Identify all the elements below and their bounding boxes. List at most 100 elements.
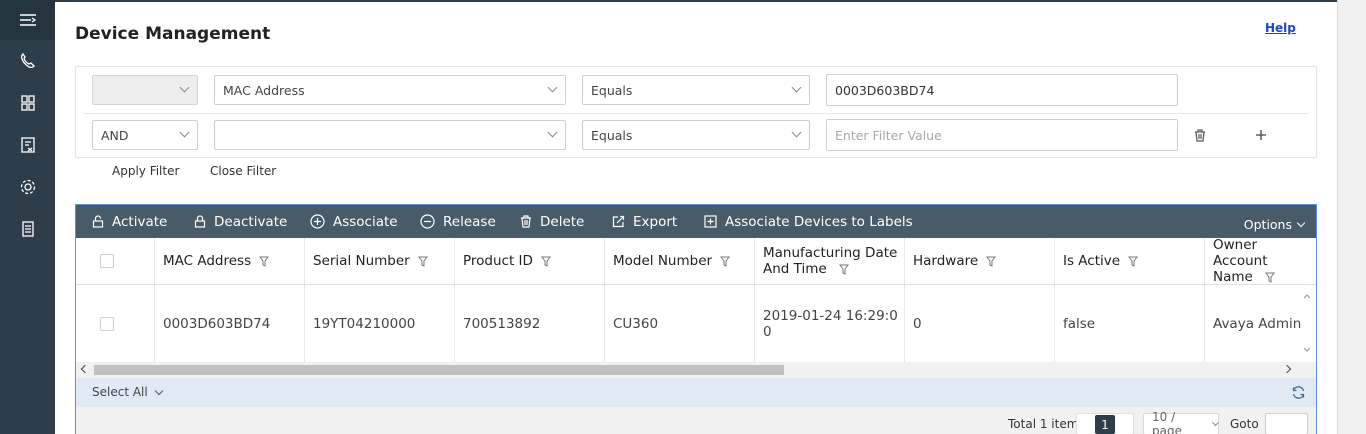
pagination: Total 1 items 1 10 / page Goto — [76, 407, 1316, 434]
filter-operator-value: Equals — [591, 82, 633, 98]
settings-icon[interactable] — [0, 166, 55, 208]
menu-toggle-icon[interactable] — [0, 0, 55, 40]
filter-icon — [720, 256, 731, 267]
header-select-cell — [76, 238, 155, 284]
plus-square-icon — [704, 215, 717, 228]
filter-logic-value: AND — [101, 127, 129, 143]
devices-icon[interactable] — [0, 82, 55, 124]
filter-icon — [540, 256, 551, 267]
select-all-dropdown[interactable]: Select All — [92, 385, 163, 399]
add-filter-icon[interactable] — [1251, 125, 1271, 145]
select-all-checkbox[interactable] — [100, 254, 114, 268]
scroll-up-icon[interactable] — [1302, 291, 1312, 301]
trash-icon — [521, 215, 531, 228]
chevron-down-icon — [1296, 218, 1306, 228]
filter-operator-value: Equals — [591, 127, 633, 143]
chevron-down-icon — [547, 127, 558, 138]
deactivate-button[interactable]: Deactivate — [194, 205, 287, 238]
column-header-product-id[interactable]: Product ID — [455, 238, 605, 284]
chevron-down-icon — [791, 82, 802, 93]
table-header: MAC Address Serial Number Product ID Mod… — [76, 238, 1316, 285]
chevron-down-icon — [791, 127, 802, 138]
filter-field-select-2[interactable] — [214, 120, 566, 150]
phone-icon[interactable] — [0, 40, 55, 82]
cell-mac: 0003D603BD74 — [155, 285, 305, 362]
column-header-owner[interactable]: Owner Account Name — [1205, 238, 1316, 284]
column-header-mac[interactable]: MAC Address — [155, 238, 305, 284]
activate-button[interactable]: Activate — [92, 205, 167, 238]
trash-icon[interactable] — [1190, 125, 1210, 145]
goto-label: Goto — [1230, 417, 1259, 431]
column-header-model[interactable]: Model Number — [605, 238, 755, 284]
close-filter-button[interactable]: Close Filter — [210, 164, 276, 178]
chevron-down-icon — [154, 386, 163, 395]
filter-icon — [1128, 256, 1139, 267]
column-header-is-active[interactable]: Is Active — [1055, 238, 1205, 284]
unlock-icon — [92, 215, 104, 228]
minus-circle-icon — [420, 214, 435, 229]
document-icon[interactable] — [0, 208, 55, 250]
filter-operator-select-2[interactable]: Equals — [582, 120, 810, 150]
help-link[interactable]: Help — [1265, 21, 1296, 35]
chevron-down-icon — [547, 82, 558, 93]
column-header-hardware[interactable]: Hardware — [905, 238, 1055, 284]
lock-icon — [194, 215, 206, 228]
cell-is-active: false — [1055, 285, 1205, 362]
refresh-icon[interactable] — [1291, 385, 1306, 400]
scroll-down-icon[interactable] — [1302, 345, 1312, 355]
main-panel: Device Management Help MAC Address Equal… — [55, 2, 1337, 434]
device-grid: Activate Deactivate Associate Release De… — [75, 204, 1317, 434]
filter-operator-select-1[interactable]: Equals — [582, 75, 810, 105]
page-title: Device Management — [75, 24, 271, 44]
chevron-down-icon — [1212, 419, 1220, 426]
associate-button[interactable]: Associate — [310, 205, 398, 238]
plus-circle-icon — [310, 214, 325, 229]
left-nav — [0, 0, 55, 434]
selection-bar: Select All — [76, 378, 1316, 407]
table-row[interactable]: 0003D603BD74 19YT04210000 700513892 CU36… — [76, 285, 1316, 362]
horizontal-scrollbar[interactable] — [76, 362, 1316, 378]
column-header-mfg-date[interactable]: Manufacturing Date And Time — [755, 238, 905, 284]
filter-icon — [417, 256, 428, 267]
export-button[interactable]: Export — [612, 205, 677, 238]
column-header-serial[interactable]: Serial Number — [305, 238, 455, 284]
filter-panel: MAC Address Equals 0003D603BD74 AND Equa… — [75, 66, 1317, 158]
chevron-down-icon — [179, 82, 190, 93]
scroll-right-icon[interactable] — [1282, 364, 1292, 374]
filter-value-input-2[interactable]: Enter Filter Value — [826, 119, 1178, 151]
cell-product-id: 700513892 — [455, 285, 605, 362]
apply-filter-button[interactable]: Apply Filter — [112, 164, 179, 178]
row-checkbox[interactable] — [100, 316, 114, 331]
associate-labels-button[interactable]: Associate Devices to Labels — [704, 205, 913, 238]
release-button[interactable]: Release — [420, 205, 496, 238]
cell-serial: 19YT04210000 — [305, 285, 455, 362]
delete-button[interactable]: Delete — [520, 205, 584, 238]
filter-logic-select-2[interactable]: AND — [92, 120, 198, 150]
total-items: Total 1 items — [1008, 417, 1085, 431]
row-select-cell — [76, 285, 155, 362]
chevron-down-icon — [179, 127, 190, 138]
filter-icon — [839, 264, 849, 275]
filter-value-input-1[interactable]: 0003D603BD74 — [826, 74, 1178, 106]
scroll-left-icon[interactable] — [80, 364, 90, 374]
reports-icon[interactable] — [0, 124, 55, 166]
filter-icon — [986, 256, 997, 267]
filter-divider — [84, 113, 1308, 114]
cell-hardware: 0 — [905, 285, 1055, 362]
filter-logic-select-1 — [92, 75, 198, 105]
scrollbar-thumb[interactable] — [94, 365, 784, 375]
cell-model: CU360 — [605, 285, 755, 362]
page-number-current[interactable]: 1 — [1095, 415, 1115, 434]
cell-owner: Avaya Admin — [1213, 315, 1302, 332]
filter-field-value: MAC Address — [223, 82, 305, 98]
cell-mfg-date: 2019-01-24 16:29:00 — [755, 285, 905, 362]
filter-icon — [1265, 272, 1276, 283]
filter-icon — [259, 256, 270, 267]
page-size-select[interactable]: 10 / page — [1143, 410, 1220, 434]
right-scroll-strip — [1337, 0, 1366, 434]
options-dropdown[interactable]: Options — [1244, 217, 1306, 232]
grid-toolbar: Activate Deactivate Associate Release De… — [76, 205, 1316, 238]
export-icon — [612, 215, 625, 228]
goto-page-input[interactable] — [1265, 413, 1308, 434]
filter-field-select-1[interactable]: MAC Address — [214, 75, 566, 105]
